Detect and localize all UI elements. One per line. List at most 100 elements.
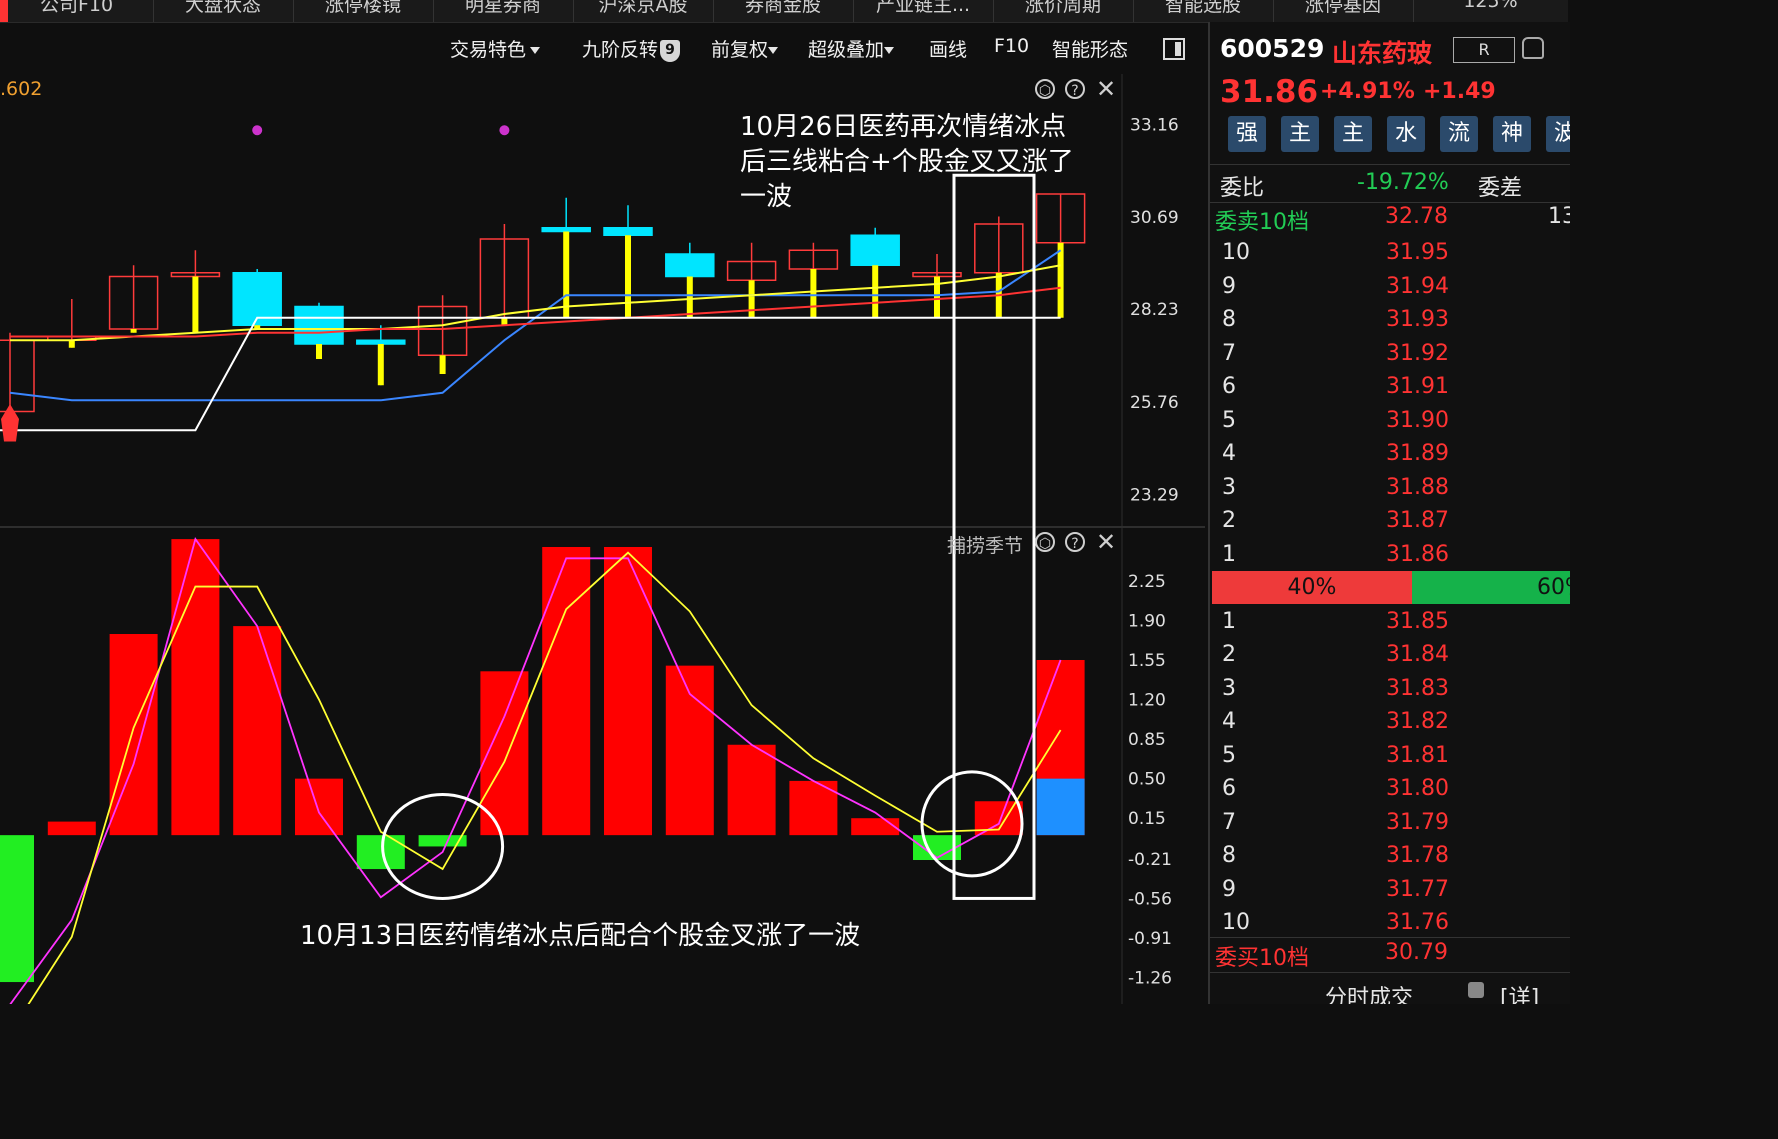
panel-toggle-icon[interactable] <box>1163 38 1185 60</box>
corner-value: .602 <box>0 78 43 100</box>
zoom-level[interactable]: 125% <box>1413 0 1568 22</box>
close-icon[interactable]: ✕ <box>1096 530 1116 554</box>
tab-industry-chain[interactable]: 产业链主... <box>853 0 994 22</box>
last-price: 31.86 <box>1220 74 1319 110</box>
tab-market-status[interactable]: 大盘状态 <box>153 0 294 22</box>
help-icon[interactable]: ? <box>1065 79 1085 99</box>
signal-stick <box>192 276 199 333</box>
signal-stick <box>130 329 137 333</box>
nine-reversal-button[interactable]: 九阶反转 9 <box>582 35 681 62</box>
badge-strong[interactable]: 强 <box>1228 116 1266 152</box>
sell-row[interactable]: 4 31.89 <box>1210 437 1570 470</box>
sell-row[interactable]: 9 31.94 <box>1210 270 1570 303</box>
sell-row[interactable]: 5 31.90 <box>1210 404 1570 437</box>
sell-row[interactable]: 3 31.88 <box>1210 471 1570 504</box>
indicator-bar <box>0 835 34 983</box>
sell-row[interactable]: 8 31.93 <box>1210 303 1570 336</box>
sell-row[interactable]: 1 31.86 <box>1210 538 1570 571</box>
buy-row[interactable]: 3 31.83 <box>1210 672 1570 705</box>
r-button[interactable]: R <box>1453 37 1515 63</box>
tab-a-shares[interactable]: 沪深京A股 <box>573 0 714 22</box>
tab-limit-up-mirror[interactable]: 涨停楼镜 <box>293 0 434 22</box>
smart-shape-button[interactable]: 智能形态 <box>1052 35 1128 62</box>
settings-hex-icon[interactable]: ⬡ <box>1035 532 1055 552</box>
level-number: 8 <box>1222 843 1236 868</box>
divider <box>1210 937 1570 938</box>
lock-icon[interactable] <box>1468 982 1484 998</box>
buy-total: 30.79 <box>1385 940 1448 965</box>
badge-wave[interactable]: 波 <box>1546 116 1570 152</box>
tab-star-brokers[interactable]: 明星券商 <box>433 0 574 22</box>
buy-row[interactable]: 2 31.84 <box>1210 638 1570 671</box>
sell-row[interactable]: 7 31.92 <box>1210 337 1570 370</box>
super-overlay-dropdown[interactable]: 超级叠加 <box>808 35 895 62</box>
buy-row[interactable]: 10 31.76 <box>1210 906 1570 939</box>
badge-main-1[interactable]: 主 <box>1281 116 1319 152</box>
buy-row[interactable]: 5 31.81 <box>1210 739 1570 772</box>
level-price: 31.83 <box>1386 676 1449 701</box>
panel-toggle-fill <box>1175 42 1181 56</box>
tick-trades-tab[interactable]: 分时成交 <box>1325 980 1413 1004</box>
level-number: 3 <box>1222 676 1236 701</box>
signal-stick <box>748 280 755 318</box>
help-icon[interactable]: ? <box>1065 532 1085 552</box>
buy-row[interactable]: 7 31.79 <box>1210 806 1570 839</box>
close-icon[interactable]: ✕ <box>1096 77 1116 101</box>
chevron-down-icon <box>530 47 541 54</box>
chevron-down-icon <box>768 47 779 54</box>
f10-label: F10 <box>994 35 1030 57</box>
buy-row[interactable]: 1 31.85 <box>1210 605 1570 638</box>
level-price: 31.87 <box>1386 508 1449 533</box>
indicator-bar <box>665 665 714 836</box>
tab-smart-pick[interactable]: 智能选股 <box>1133 0 1274 22</box>
badge-god[interactable]: 神 <box>1493 116 1531 152</box>
sell-row[interactable]: 6 31.91 <box>1210 370 1570 403</box>
stock-code: 600529 <box>1220 34 1325 63</box>
f10-button[interactable]: F10 <box>994 35 1029 57</box>
buy-row[interactable]: 9 31.77 <box>1210 873 1570 906</box>
detail-link[interactable]: [详] <box>1500 980 1539 1004</box>
smart-shape-label: 智能形态 <box>1052 39 1129 61</box>
buy-row[interactable]: 4 31.82 <box>1210 705 1570 738</box>
y-tick-label: -0.91 <box>1128 929 1172 949</box>
level-price: 31.86 <box>1386 542 1449 567</box>
candle-body <box>665 253 715 278</box>
badge-water[interactable]: 水 <box>1387 116 1425 152</box>
indicator-bar <box>356 835 405 870</box>
buy-row[interactable]: 8 31.78 <box>1210 839 1570 872</box>
trade-feature-label: 交易特色 <box>450 39 527 61</box>
y-tick-label: 2.25 <box>1128 572 1166 592</box>
level-price: 31.77 <box>1386 877 1449 902</box>
bell-icon[interactable] <box>1522 37 1544 59</box>
tab-price-cycle[interactable]: 涨价周期 <box>993 0 1134 22</box>
buy-row[interactable]: 6 31.80 <box>1210 772 1570 805</box>
tab-label: 涨停楼镜 <box>324 0 401 16</box>
sell-row[interactable]: 10 31.95 <box>1210 236 1570 269</box>
level-price: 31.80 <box>1386 776 1449 801</box>
indicator-bar <box>295 778 343 836</box>
signal-stick <box>68 340 75 348</box>
level-number: 2 <box>1222 642 1236 667</box>
ratio-label: 委比 <box>1220 176 1265 201</box>
settings-hex-icon[interactable]: ⬡ <box>1035 79 1055 99</box>
tab-limit-up-gene[interactable]: 涨停基因 <box>1273 0 1414 22</box>
y-tick-label: 25.76 <box>1130 393 1179 413</box>
sell-row[interactable]: 2 31.87 <box>1210 504 1570 537</box>
level-number: 6 <box>1222 776 1236 801</box>
chart-area: 33.16 30.69 28.23 25.76 23.29 2.25 1.90 1.55 1.2… <box>0 74 1205 1004</box>
badge-flow[interactable]: 流 <box>1440 116 1478 152</box>
badge-main-2[interactable]: 主 <box>1334 116 1372 152</box>
level-price: 31.84 <box>1386 642 1449 667</box>
y-tick-label: 1.20 <box>1128 691 1166 711</box>
tab-broker-picks[interactable]: 券商金股 <box>713 0 854 22</box>
draw-line-button[interactable]: 画线 <box>929 35 967 62</box>
tab-label: 产业链主... <box>875 0 971 16</box>
zoom-label: 125% <box>1463 0 1518 12</box>
ma-line <box>10 264 1061 342</box>
pre-adjust-dropdown[interactable]: 前复权 <box>711 35 779 62</box>
trade-feature-dropdown[interactable]: 交易特色 <box>450 35 541 62</box>
star-marker <box>252 125 263 136</box>
tab-company-f10[interactable]: 公司F10 <box>0 0 154 22</box>
level-number: 6 <box>1222 374 1236 399</box>
y-tick-label: 0.50 <box>1128 770 1166 790</box>
